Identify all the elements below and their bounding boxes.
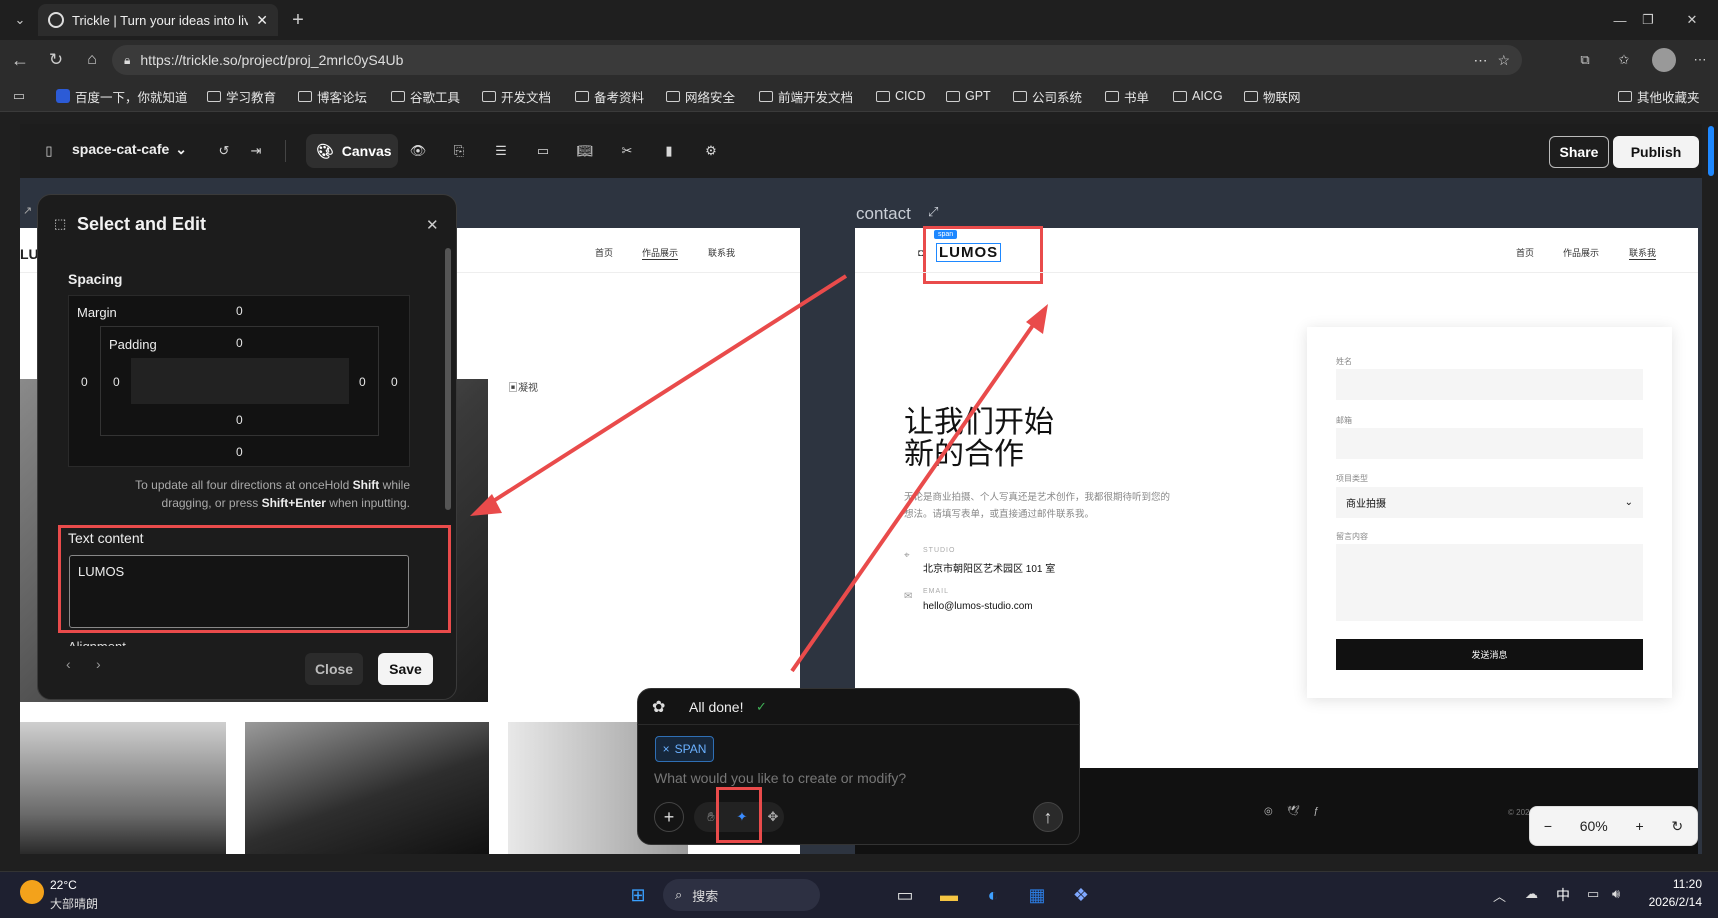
taskbar-search[interactable]: ⌕ 搜索 bbox=[663, 879, 820, 911]
clock-time[interactable]: 11:20 bbox=[1642, 877, 1702, 891]
prev-icon[interactable]: ‹ bbox=[66, 656, 71, 672]
page-scrollbar[interactable] bbox=[1708, 126, 1714, 176]
zoom-out-icon[interactable]: − bbox=[1544, 818, 1552, 834]
next-icon[interactable]: › bbox=[96, 656, 101, 672]
padding-top[interactable]: 0 bbox=[236, 336, 243, 350]
check-icon: ✓ bbox=[756, 699, 767, 714]
arrow-to-text-content bbox=[482, 274, 848, 509]
send-arrow-icon[interactable]: ↑ bbox=[1033, 802, 1063, 832]
select-cursor-icon: ⬚ bbox=[54, 216, 67, 231]
add-icon[interactable]: + bbox=[654, 802, 684, 832]
spacing-hint: To update all four directions at onceHol… bbox=[135, 478, 410, 510]
onedrive-icon[interactable]: ☁ bbox=[1525, 886, 1538, 902]
highlight-box-select-tool bbox=[716, 787, 762, 843]
ime-indicator[interactable]: 中 bbox=[1556, 885, 1570, 905]
margin-top[interactable]: 0 bbox=[236, 304, 243, 318]
padding-label: Padding bbox=[109, 337, 157, 352]
zoom-controls: − 60% + ↻ bbox=[1529, 806, 1698, 846]
padding-right[interactable]: 0 bbox=[359, 375, 366, 389]
close-button[interactable]: Close bbox=[305, 653, 363, 685]
dialog-scrollbar[interactable] bbox=[445, 248, 451, 510]
edge-browser-icon[interactable]: ◐ bbox=[977, 879, 1009, 911]
padding-bottom[interactable]: 0 bbox=[236, 413, 243, 427]
ai-logo-icon: ✿ bbox=[652, 699, 666, 716]
network-icon[interactable]: ▭ bbox=[1587, 886, 1599, 902]
weather-desc: 大部晴朗 bbox=[50, 897, 99, 911]
margin-left[interactable]: 0 bbox=[81, 375, 88, 389]
highlight-box-text-content bbox=[58, 525, 451, 633]
zoom-in-icon[interactable]: + bbox=[1635, 818, 1643, 834]
weather-temp[interactable]: 22°C bbox=[50, 878, 77, 892]
volume-icon[interactable]: 🔊︎ bbox=[1612, 886, 1620, 902]
margin-bottom[interactable]: 0 bbox=[236, 445, 243, 459]
spacing-heading: Spacing bbox=[68, 271, 123, 287]
clock-date[interactable]: 2026/2/14 bbox=[1632, 895, 1702, 909]
save-button[interactable]: Save bbox=[378, 653, 433, 685]
search-icon: ⌕ bbox=[675, 887, 683, 902]
move-icon[interactable]: ✥ bbox=[762, 806, 784, 828]
remove-chip-icon[interactable]: × bbox=[663, 742, 670, 756]
file-explorer-icon[interactable]: ▬ bbox=[933, 879, 965, 911]
arrow-to-logo bbox=[790, 316, 1040, 673]
dialog-title: Select and Edit bbox=[77, 214, 207, 234]
windows-start-icon[interactable]: ⊞ bbox=[622, 879, 654, 911]
chat-status: All done! bbox=[689, 699, 744, 715]
element-chip[interactable]: × SPAN bbox=[655, 736, 714, 762]
app-icon[interactable]: ❖ bbox=[1065, 879, 1097, 911]
zoom-level: 60% bbox=[1579, 818, 1608, 834]
task-view-icon[interactable]: ▭ bbox=[889, 879, 921, 911]
weather-sun-icon bbox=[20, 880, 44, 904]
windows-taskbar bbox=[0, 871, 1718, 918]
chat-input[interactable]: What would you like to create or modify? bbox=[654, 770, 906, 786]
margin-label: Margin bbox=[77, 305, 117, 320]
padding-left[interactable]: 0 bbox=[113, 375, 120, 389]
alignment-label: Alignment bbox=[68, 638, 248, 646]
refresh-icon[interactable]: ↻ bbox=[1671, 818, 1683, 835]
margin-right[interactable]: 0 bbox=[391, 375, 398, 389]
divider bbox=[637, 724, 1080, 725]
close-dialog-icon[interactable]: ✕ bbox=[426, 216, 439, 234]
store-icon[interactable]: ▦ bbox=[1021, 879, 1053, 911]
content-box bbox=[131, 358, 349, 404]
tray-chevron-icon[interactable]: ︿ bbox=[1493, 886, 1506, 905]
